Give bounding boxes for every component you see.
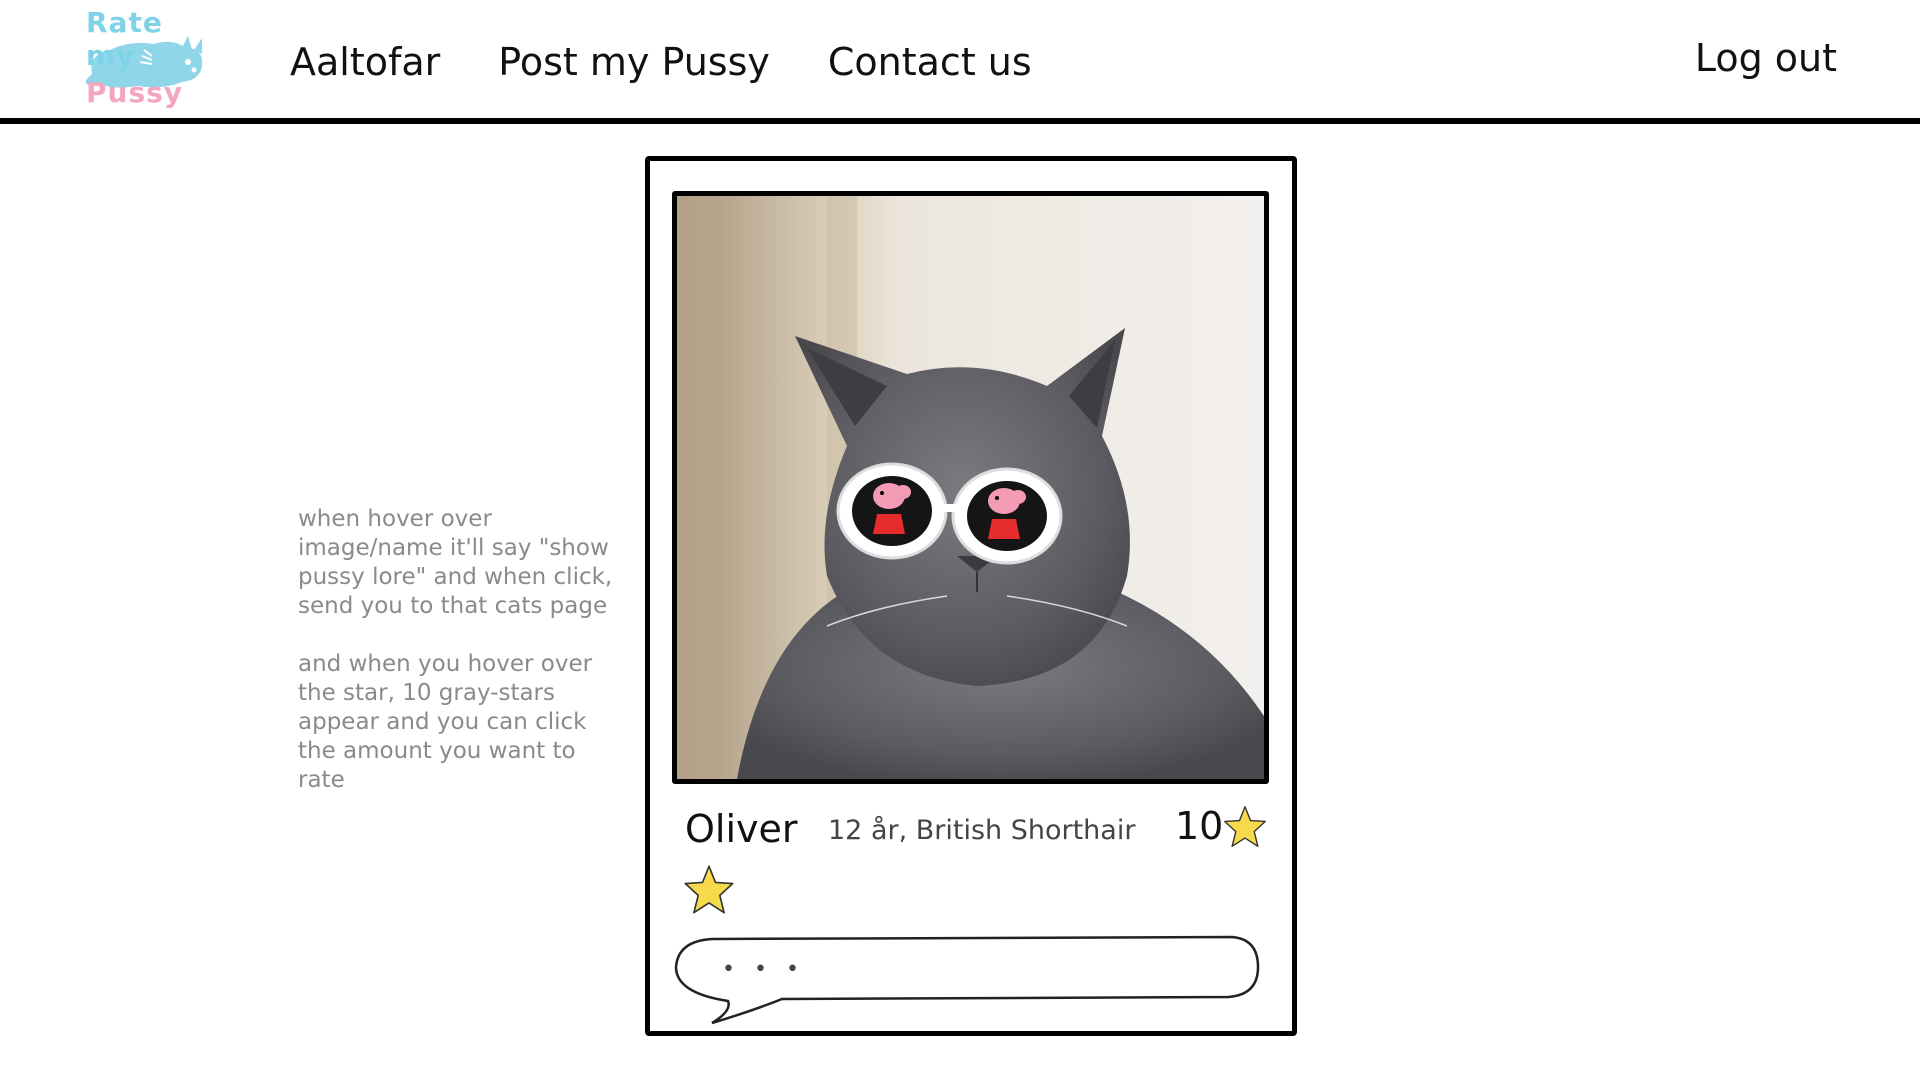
design-note-paragraph-2: and when you hover over the star, 10 gra…	[298, 651, 593, 793]
design-note-paragraph-1: when hover over image/name it'll say "sh…	[298, 506, 613, 619]
design-note: when hover over image/name it'll say "sh…	[298, 505, 628, 795]
logout-button[interactable]: Log out	[1695, 36, 1837, 80]
site-header: Rate my Pussy Aaltofar Post my Pussy Con…	[0, 0, 1920, 125]
comment-placeholder: • • •	[722, 957, 805, 982]
cat-photo-icon	[677, 196, 1264, 779]
site-logo[interactable]: Rate my Pussy	[82, 4, 212, 119]
main-nav: Aaltofar Post my Pussy Contact us	[290, 40, 1032, 84]
nav-item-aaltofar[interactable]: Aaltofar	[290, 40, 440, 84]
comment-bubble[interactable]: • • •	[672, 931, 1262, 1031]
rate-star-icon[interactable]	[682, 863, 736, 917]
header-divider	[0, 118, 1920, 124]
cat-photo[interactable]	[672, 191, 1269, 784]
rating-score: 10	[1175, 804, 1224, 848]
nav-item-post-my-pussy[interactable]: Post my Pussy	[498, 40, 770, 84]
cat-name[interactable]: Oliver	[685, 807, 798, 851]
logo-text-top: Rate my	[86, 6, 163, 72]
nav-item-contact-us[interactable]: Contact us	[828, 40, 1032, 84]
logo-text-bottom: Pussy	[86, 76, 184, 109]
rating-star-icon	[1224, 806, 1266, 848]
cat-meta: 12 år, British Shorthair	[828, 815, 1136, 846]
cat-card: Oliver 12 år, British Shorthair 10 • • •	[645, 156, 1297, 1036]
